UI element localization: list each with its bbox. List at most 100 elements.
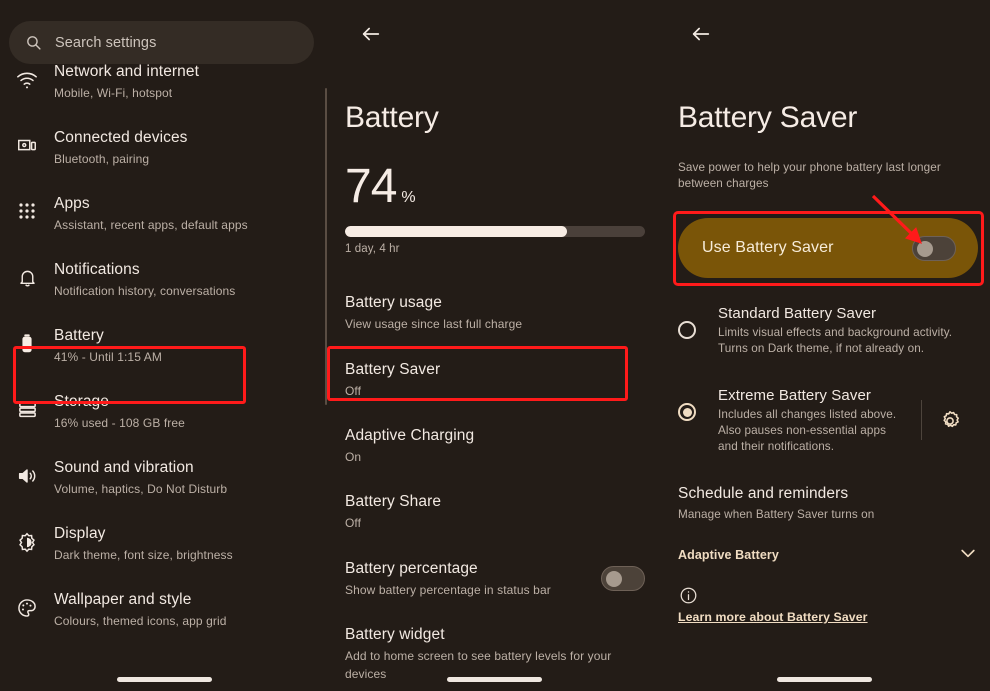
radio-standard-wrap[interactable] [678,303,718,339]
mode-description: Limits visual effects and background act… [718,326,953,355]
sidebar-item-storage[interactable]: Storage 16% used - 108 GB free [0,378,330,444]
battery-row-battery-saver[interactable]: Battery Saver Off [345,359,645,400]
use-battery-saver-toggle[interactable] [912,235,956,261]
mode-title: Extreme Battery Saver [718,387,871,404]
back-arrow-icon[interactable] [355,18,387,50]
adaptive-battery-label: Adaptive Battery [678,548,779,562]
radio-extreme[interactable] [678,403,696,421]
sidebar-item-title: Notifications [54,261,140,278]
brightness-icon [0,521,54,553]
battery-row-battery-share[interactable]: Battery Share Off [345,491,645,532]
sidebar-item-title: Network and internet [54,64,200,80]
home-indicator-middle [447,677,542,682]
radio-standard[interactable] [678,321,696,339]
battery-icon [0,323,54,355]
percent-symbol: % [401,189,416,206]
row-subtitle: Off [345,384,362,398]
row-subtitle: Off [345,516,362,530]
info-icon [679,586,698,605]
battery-percentage-display: 74 % [345,163,416,211]
screenshot-root: Search settings Network and internet Mob… [0,0,990,691]
radio-selected-dot [682,407,692,417]
home-indicator-right [777,677,872,682]
battery-row-battery-usage[interactable]: Battery usage View usage since last full… [345,292,645,333]
mode-extreme-battery-saver[interactable]: Extreme Battery Saver Includes all chang… [678,385,908,455]
back-arrow-icon[interactable] [685,18,717,50]
sidebar-item-title: Sound and vibration [54,459,194,476]
row-title: Battery Share [345,493,442,510]
sidebar-item-connected-devices[interactable]: Connected devices Bluetooth, pairing [0,114,330,180]
home-indicator-left [117,677,212,682]
palette-icon [0,587,54,619]
sidebar-item-subtitle: Assistant, recent apps, default apps [54,218,248,232]
schedule-and-reminders-row[interactable]: Schedule and reminders Manage when Batte… [678,483,968,523]
wifi-icon [0,64,54,91]
battery-row-battery-percentage[interactable]: Battery percentage Show battery percenta… [345,558,645,599]
mode-description: Includes all changes listed above. Also … [718,408,897,453]
settings-list: Network and internet Mobile, Wi-Fi, hots… [0,64,330,691]
vertical-divider [921,400,922,440]
row-subtitle: View usage since last full charge [345,317,523,331]
adaptive-battery-row[interactable]: Adaptive Battery [678,544,978,566]
battery-row-adaptive-charging[interactable]: Adaptive Charging On [345,425,645,466]
sidebar-item-subtitle: Notification history, conversations [54,284,236,298]
sidebar-item-subtitle: Dark theme, font size, brightness [54,548,233,562]
sidebar-item-apps[interactable]: Apps Assistant, recent apps, default app… [0,180,330,246]
page-title-battery-saver: Battery Saver [678,101,858,134]
learn-more-link[interactable]: Learn more about Battery Saver [678,610,868,624]
sidebar-item-subtitle: 16% used - 108 GB free [54,416,185,430]
sidebar-item-title: Storage [54,393,109,410]
battery-time-remaining: 1 day, 4 hr [345,243,400,255]
sidebar-item-sound-and-vibration[interactable]: Sound and vibration Volume, haptics, Do … [0,444,330,510]
search-settings-bar[interactable]: Search settings [9,21,314,64]
gear-icon[interactable] [938,409,962,433]
sidebar-item-title: Connected devices [54,129,188,146]
sidebar-item-title: Battery [54,327,104,344]
battery-saver-description: Save power to help your phone battery la… [678,161,941,190]
battery-percentage-value: 74 [345,160,397,213]
schedule-title: Schedule and reminders [678,485,849,502]
sidebar-item-subtitle: 41% - Until 1:15 AM [54,350,162,364]
row-title: Adaptive Charging [345,427,475,444]
sidebar-item-title: Display [54,525,106,542]
battery-percentage-toggle[interactable] [601,566,645,591]
sidebar-item-battery[interactable]: Battery 41% - Until 1:15 AM [0,312,330,378]
sidebar-item-subtitle: Colours, themed icons, app grid [54,614,227,628]
sidebar-item-subtitle: Mobile, Wi-Fi, hotspot [54,86,173,100]
volume-icon [0,455,54,487]
sidebar-item-subtitle: Bluetooth, pairing [54,152,150,166]
sidebar-item-title: Apps [54,195,90,212]
row-title: Battery usage [345,294,442,311]
sidebar-item-title: Wallpaper and style [54,591,192,608]
battery-level-fill [345,226,567,237]
sidebar-item-subtitle: Volume, haptics, Do Not Disturb [54,482,228,496]
use-battery-saver-card[interactable]: Use Battery Saver [678,218,978,278]
apps-grid-icon [0,191,54,221]
battery-row-battery-widget[interactable]: Battery widget Add to home screen to see… [345,624,645,683]
row-title: Battery percentage [345,560,478,577]
search-input[interactable]: Search settings [55,35,156,51]
battery-level-progressbar [345,226,645,237]
settings-home-panel: Search settings Network and internet Mob… [0,0,330,691]
sidebar-item-wallpaper-and-style[interactable]: Wallpaper and style Colours, themed icon… [0,576,330,642]
radio-extreme-wrap[interactable] [678,385,718,421]
row-subtitle: Show battery percentage in status bar [345,583,551,597]
devices-icon [0,125,54,157]
sidebar-item-display[interactable]: Display Dark theme, font size, brightnes… [0,510,330,576]
bell-icon [0,257,54,288]
row-title: Battery widget [345,626,445,643]
use-battery-saver-label: Use Battery Saver [702,239,834,256]
chevron-down-icon[interactable] [958,543,978,568]
mode-standard-battery-saver[interactable]: Standard Battery Saver Limits visual eff… [678,303,978,357]
toggle-knob [606,571,622,587]
storage-icon [0,389,54,420]
sidebar-item-network-and-internet[interactable]: Network and internet Mobile, Wi-Fi, hots… [0,64,330,114]
schedule-subtitle: Manage when Battery Saver turns on [678,508,875,521]
toggle-knob [917,240,933,257]
search-icon [25,34,42,51]
row-subtitle: On [345,450,362,464]
row-title: Battery Saver [345,361,441,378]
sidebar-item-notifications[interactable]: Notifications Notification history, conv… [0,246,330,312]
page-title-battery: Battery [345,101,439,134]
mode-title: Standard Battery Saver [718,305,877,322]
